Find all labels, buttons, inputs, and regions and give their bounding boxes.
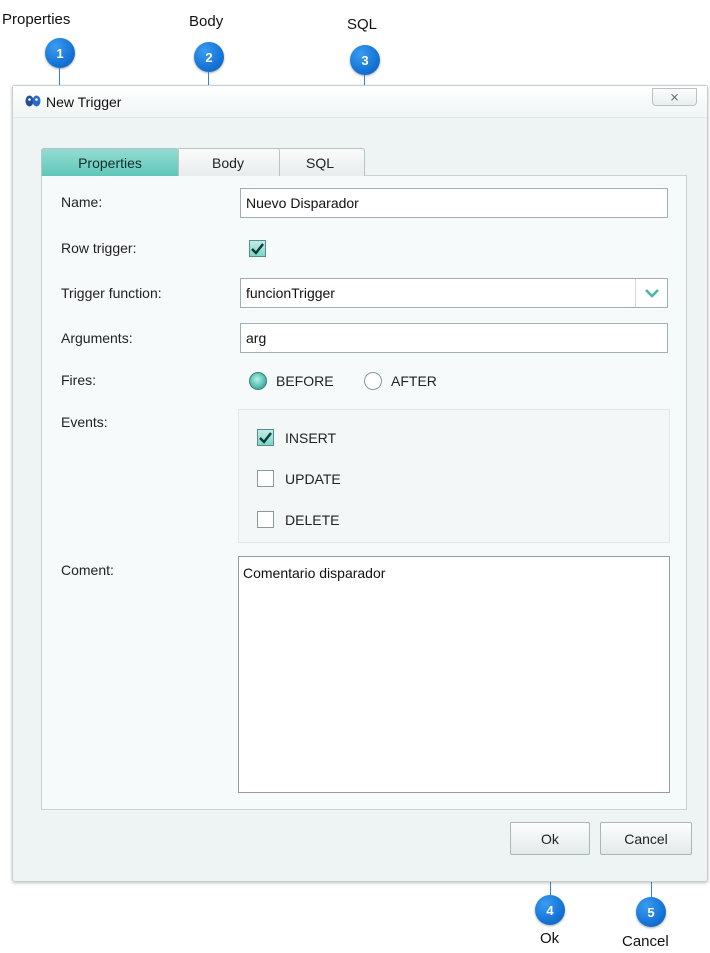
callout-badge-3: 3: [350, 45, 380, 75]
fires-label: Fires:: [61, 372, 96, 388]
tab-sql-label: SQL: [305, 154, 334, 171]
chevron-down-icon[interactable]: [635, 279, 667, 307]
events-label: Events:: [61, 414, 108, 430]
ok-button[interactable]: Ok: [510, 822, 590, 855]
callout-badge-5: 5: [636, 897, 666, 927]
fires-before-label: BEFORE: [276, 373, 334, 389]
event-insert-label: INSERT: [285, 430, 337, 446]
dialog-title: New Trigger: [46, 94, 122, 110]
new-trigger-dialog: New Trigger ⨯ SQL Body Properties Name: …: [12, 85, 708, 882]
callout-label-ok: Ok: [540, 930, 560, 947]
row-trigger-checkbox[interactable]: [249, 240, 266, 257]
title-bar: New Trigger ⨯: [13, 86, 707, 118]
callout-badge-1: 1: [45, 38, 75, 68]
callout-label-body: Body: [189, 13, 224, 30]
close-icon: ⨯: [669, 90, 680, 104]
fires-after-radio[interactable]: [364, 372, 382, 390]
arguments-label: Arguments:: [61, 330, 133, 346]
callout-badge-2: 2: [194, 42, 224, 72]
event-delete-checkbox[interactable]: [257, 511, 274, 528]
properties-panel: Name: Nuevo Disparador Row trigger: Trig…: [41, 175, 687, 810]
trigger-function-label: Trigger function:: [61, 285, 162, 301]
database-app-icon: [25, 94, 41, 108]
callout-badge-4: 4: [535, 895, 565, 925]
comment-textarea[interactable]: Comentario disparador: [238, 556, 670, 793]
name-label: Name:: [61, 194, 103, 210]
tab-properties-label: Properties: [78, 154, 142, 171]
trigger-function-value: funcionTrigger: [246, 285, 335, 301]
tab-body-label: Body: [212, 154, 244, 171]
fires-after-label: AFTER: [391, 373, 437, 389]
tab-properties[interactable]: Properties: [41, 148, 179, 176]
cancel-button[interactable]: Cancel: [600, 822, 692, 855]
arguments-field[interactable]: arg: [240, 323, 668, 353]
tab-body[interactable]: Body: [176, 148, 280, 176]
trigger-function-select[interactable]: funcionTrigger: [240, 278, 668, 308]
event-update-checkbox[interactable]: [257, 470, 274, 487]
event-delete-label: DELETE: [285, 512, 340, 528]
row-trigger-label: Row trigger:: [61, 240, 137, 256]
fires-before-radio[interactable]: [249, 372, 267, 390]
close-button[interactable]: ⨯: [652, 88, 697, 106]
tab-sql[interactable]: SQL: [275, 148, 365, 176]
comment-label: Coment:: [61, 562, 114, 578]
checkmark-icon: [259, 431, 272, 444]
callout-label-properties: Properties: [2, 11, 71, 28]
checkmark-icon: [251, 242, 264, 255]
events-group: INSERT UPDATE DELETE: [238, 409, 670, 543]
event-insert-checkbox[interactable]: [257, 429, 274, 446]
callout-label-cancel: Cancel: [622, 933, 669, 950]
event-update-label: UPDATE: [285, 471, 341, 487]
name-field[interactable]: Nuevo Disparador: [240, 188, 668, 218]
callout-label-sql: SQL: [347, 16, 378, 33]
